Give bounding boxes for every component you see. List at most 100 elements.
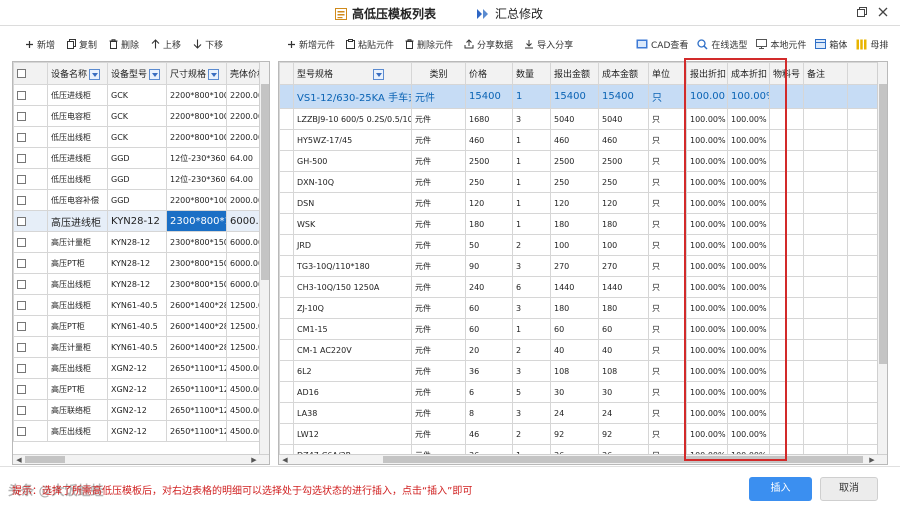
table-row[interactable]: 低压出线柜GCK2200*800*10002200.00 — [13, 126, 262, 148]
cell-device-name[interactable]: 高压PT柜 — [47, 315, 108, 337]
cell-shell-price[interactable]: 6000.00 — [226, 231, 262, 253]
scroll-right-icon[interactable]: ▶ — [249, 455, 259, 464]
cell-quote-amount[interactable]: 1440 — [550, 276, 599, 298]
header-quantity[interactable]: 数量 — [512, 62, 551, 85]
cell-material-no[interactable] — [769, 297, 804, 319]
cell-unit[interactable]: 只 — [648, 339, 687, 361]
cell-size-spec[interactable]: 2650*1100*1200 — [166, 420, 227, 442]
cell-unit[interactable]: 只 — [648, 381, 687, 403]
header-price[interactable]: 价格 — [465, 62, 513, 85]
cell-price[interactable]: 120 — [465, 192, 513, 214]
cell-cost-amount[interactable]: 180 — [598, 297, 649, 319]
cell-unit[interactable]: 只 — [648, 129, 687, 151]
move-down-button[interactable]: 下移 — [193, 38, 223, 51]
scroll-thumb[interactable] — [879, 84, 887, 364]
cell-unit[interactable]: 只 — [648, 276, 687, 298]
cell-unit[interactable]: 只 — [648, 234, 687, 256]
row-selector[interactable] — [279, 234, 294, 256]
cell-quantity[interactable]: 2 — [512, 339, 551, 361]
cell-device-name[interactable]: 低压出线柜 — [47, 168, 108, 190]
tab-template-list[interactable]: 高低压模板列表 — [335, 5, 436, 22]
cell-category[interactable]: 元件 — [411, 381, 466, 403]
share-data-button[interactable]: 分享数据 — [464, 38, 513, 51]
cell-device-model[interactable]: KYN28-12 — [107, 210, 167, 232]
cell-material-no[interactable] — [769, 276, 804, 298]
table-row[interactable]: DSN 元件 120 1 120 120 只 100.00% 100.00% — [279, 192, 878, 214]
cell-device-name[interactable]: 低压进线柜 — [47, 84, 108, 106]
cell-quantity[interactable]: 1 — [512, 150, 551, 172]
row-selector[interactable] — [279, 192, 294, 214]
cell-model-spec[interactable]: JRD — [293, 234, 412, 256]
cell-device-model[interactable]: XGN2-12 — [107, 399, 167, 421]
cell-quote-amount[interactable]: 100 — [550, 234, 599, 256]
table-row[interactable]: WSK 元件 180 1 180 180 只 100.00% 100.00% — [279, 213, 878, 235]
cell-cost-amount[interactable]: 108 — [598, 360, 649, 382]
cell-quote-amount[interactable]: 92 — [550, 423, 599, 445]
cell-cost-discount[interactable]: 100.00% — [727, 150, 770, 172]
cell-quantity[interactable]: 6 — [512, 276, 551, 298]
cell-device-model[interactable]: GCK — [107, 126, 167, 148]
cell-price[interactable]: 8 — [465, 402, 513, 424]
cell-device-model[interactable]: XGN2-12 — [107, 357, 167, 379]
dropdown-icon[interactable] — [89, 69, 101, 80]
cell-model-spec[interactable]: CM1-15 — [293, 318, 412, 340]
cell-material-no[interactable] — [769, 318, 804, 340]
cell-quote-discount[interactable]: 100.00% — [686, 129, 728, 151]
table-row[interactable]: LW12 元件 46 2 92 92 只 100.00% 100.00% — [279, 423, 878, 445]
cell-device-model[interactable]: KYN61-40.5 — [107, 336, 167, 358]
cell-category[interactable]: 元件 — [411, 423, 466, 445]
row-selector[interactable] — [279, 360, 294, 382]
cell-shell-price[interactable]: 2000.00 — [226, 189, 262, 211]
table-row[interactable]: 低压电容柜GCK2200*800*10002200.00 — [13, 105, 262, 127]
cell-cost-amount[interactable]: 30 — [598, 381, 649, 403]
cell-device-model[interactable]: GGD — [107, 168, 167, 190]
cell-shell-price[interactable]: 4500.00 — [226, 378, 262, 400]
cell-cost-discount[interactable]: 100.00% — [727, 276, 770, 298]
table-row[interactable]: CM1-15 元件 60 1 60 60 只 100.00% 100.00% — [279, 318, 878, 340]
row-selector[interactable] — [279, 84, 294, 109]
header-unit[interactable]: 单位 — [648, 62, 687, 85]
row-checkbox[interactable] — [13, 168, 48, 190]
table-row[interactable]: 高压计量柜KYN61-40.52600*1400*280012500.00 — [13, 336, 262, 358]
cell-cost-discount[interactable]: 100.00% — [727, 84, 770, 109]
cell-quote-amount[interactable]: 180 — [550, 297, 599, 319]
cell-quantity[interactable]: 3 — [512, 297, 551, 319]
cell-quote-amount[interactable]: 180 — [550, 213, 599, 235]
cell-category[interactable]: 元件 — [411, 255, 466, 277]
cell-remark[interactable] — [803, 381, 848, 403]
cell-unit[interactable]: 只 — [648, 255, 687, 277]
table-row[interactable]: 高压进线柜KYN28-122300*800*15006000.00 — [13, 210, 262, 232]
cell-shell-price[interactable]: 6000.00 — [226, 273, 262, 295]
cell-shell-price[interactable]: 64.00 — [226, 168, 262, 190]
cell-material-no[interactable] — [769, 108, 804, 130]
cell-cost-amount[interactable]: 40 — [598, 339, 649, 361]
table-row[interactable]: JRD 元件 50 2 100 100 只 100.00% 100.00% — [279, 234, 878, 256]
cell-size-spec[interactable]: 2200*800*1000 — [166, 126, 227, 148]
cell-quote-amount[interactable]: 2500 — [550, 150, 599, 172]
cell-price[interactable]: 460 — [465, 129, 513, 151]
cell-quote-amount[interactable]: 60 — [550, 318, 599, 340]
cell-quantity[interactable]: 1 — [512, 171, 551, 193]
table-row[interactable]: 6L2 元件 36 3 108 108 只 100.00% 100.00% — [279, 360, 878, 382]
cell-model-spec[interactable]: VS1-12/630-25KA 手车式 — [293, 84, 412, 109]
table-row[interactable]: 高压联络柜XGN2-122650*1100*12004500.00 — [13, 399, 262, 421]
cell-size-spec[interactable]: 2600*1400*2800 — [166, 315, 227, 337]
header-shell-price[interactable]: 壳体价格 — [226, 62, 262, 85]
cell-shell-price[interactable]: 4500.00 — [226, 420, 262, 442]
cell-quantity[interactable]: 3 — [512, 360, 551, 382]
row-selector[interactable] — [279, 318, 294, 340]
cell-cost-amount[interactable]: 15400 — [598, 84, 649, 109]
cell-remark[interactable] — [803, 297, 848, 319]
cell-material-no[interactable] — [769, 234, 804, 256]
cell-cost-amount[interactable]: 460 — [598, 129, 649, 151]
busbar-button[interactable]: 母排 — [856, 38, 888, 51]
dropdown-icon[interactable] — [149, 69, 161, 80]
cell-device-model[interactable]: GCK — [107, 84, 167, 106]
cell-remark[interactable] — [803, 402, 848, 424]
cell-quote-discount[interactable]: 100.00% — [686, 423, 728, 445]
cell-device-name[interactable]: 高压出线柜 — [47, 273, 108, 295]
local-component-button[interactable]: 本地元件 — [756, 38, 806, 51]
cell-unit[interactable]: 只 — [648, 108, 687, 130]
cell-price[interactable]: 15400 — [465, 84, 513, 109]
cell-shell-price[interactable]: 12500.00 — [226, 336, 262, 358]
